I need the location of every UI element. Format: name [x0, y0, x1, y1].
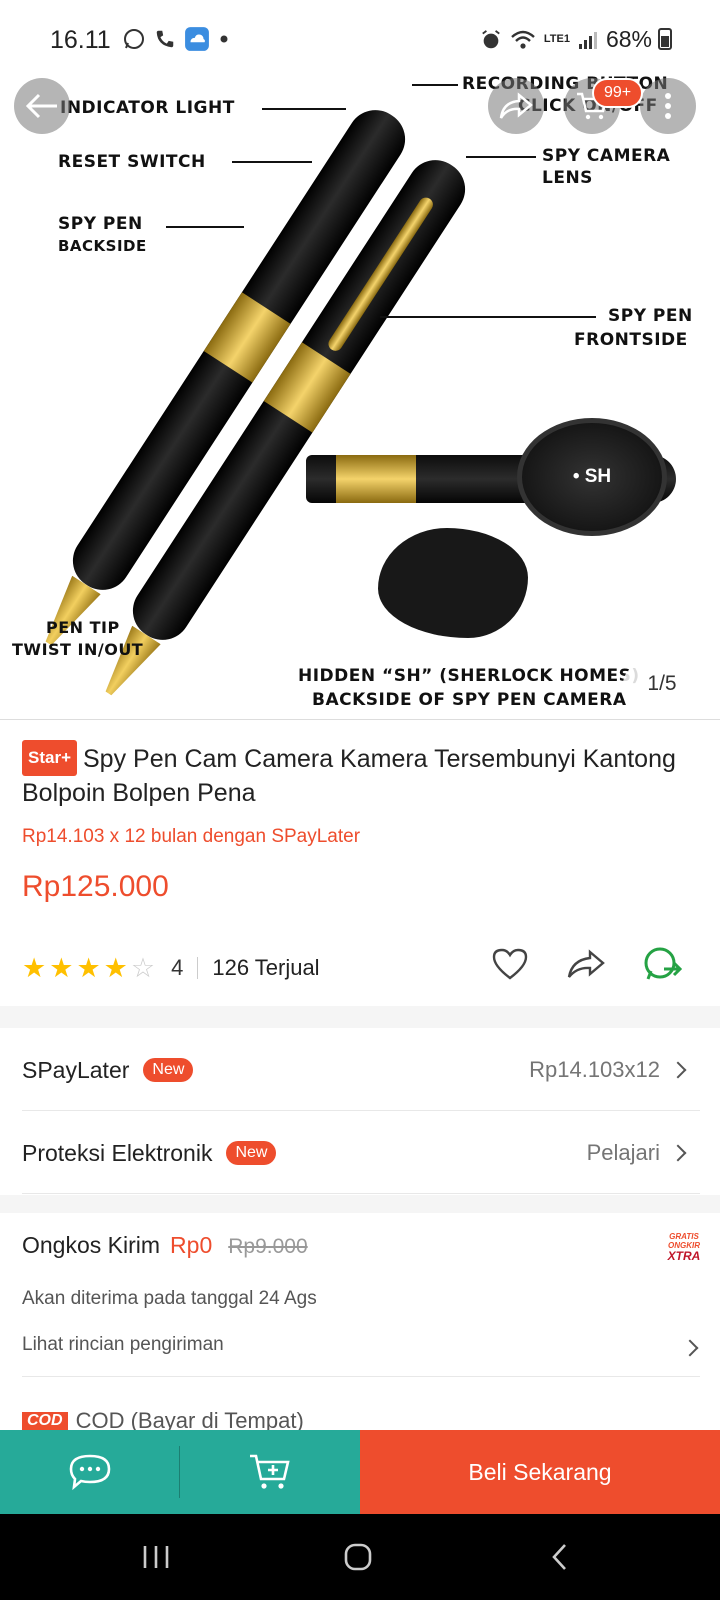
star-filled-icon: ★: [76, 952, 101, 983]
recent-apps-button[interactable]: [126, 1534, 186, 1580]
spaylater-value: Rp14.103x12: [529, 1057, 660, 1082]
section-gap: [0, 1006, 720, 1028]
share-product-button[interactable]: [564, 942, 608, 986]
chevron-right-icon: [669, 1144, 687, 1162]
label-reset-switch: RESET SWITCH: [58, 152, 206, 172]
label-backside-1: SPY PEN: [58, 214, 143, 234]
home-icon: [344, 1543, 372, 1571]
share-button[interactable]: [488, 78, 544, 134]
buy-now-button[interactable]: Beli Sekarang: [360, 1430, 720, 1514]
protection-learn-link: Pelajari: [586, 1140, 660, 1165]
add-to-cart-button[interactable]: [180, 1430, 360, 1514]
product-price: Rp125.000: [22, 870, 169, 903]
spaylater-label: SPayLater: [22, 1056, 130, 1083]
share-icon: [499, 92, 533, 119]
arrow: [166, 226, 244, 228]
cart-plus-icon: [250, 1454, 290, 1489]
arrow: [466, 156, 536, 158]
arrow-left-icon: [25, 93, 57, 119]
protection-row[interactable]: Proteksi Elektronik New Pelajari: [22, 1125, 702, 1181]
shipping-label: Ongkos Kirim: [22, 1232, 161, 1258]
favorite-button[interactable]: [488, 942, 532, 986]
home-button[interactable]: [328, 1534, 388, 1580]
phone-icon: [156, 30, 174, 48]
back-chevron-icon: [552, 1544, 566, 1570]
shipping-cost: Ongkos Kirim Rp0 Rp9.000: [22, 1232, 308, 1259]
divider: [197, 957, 199, 979]
arrow: [232, 161, 312, 163]
arrow: [380, 316, 596, 318]
status-time: 16.11: [50, 26, 111, 54]
label-frontside-2: FRONTSIDE: [574, 330, 688, 350]
network-label: LTE1: [543, 33, 570, 45]
more-vertical-icon: [665, 93, 671, 119]
whatsapp-share-button[interactable]: [640, 942, 684, 986]
shipping-price: Rp0: [170, 1232, 213, 1258]
battery-level: 68%: [605, 26, 652, 52]
recent-apps-icon: [143, 1546, 169, 1568]
heart-icon: [492, 948, 528, 980]
divider: [22, 1376, 700, 1377]
label-backside-2: BACKSIDE: [58, 237, 147, 255]
star-filled-icon: ★: [103, 952, 128, 983]
star-filled-icon: ★: [49, 952, 74, 983]
share-icon: [567, 949, 605, 978]
delivery-estimate: Akan diterima pada tanggal 24 Ags: [22, 1288, 317, 1309]
star-empty-icon: ☆: [130, 952, 156, 983]
image-counter: 1/5: [623, 664, 701, 704]
product-title-block: Star+ Spy Pen Cam Camera Kamera Tersembun…: [22, 740, 702, 810]
more-options-button[interactable]: [640, 78, 696, 134]
sold-count: 126 Terjual: [212, 955, 320, 980]
chevron-right-icon[interactable]: [681, 1339, 699, 1357]
status-bar: 16.11 LTE1 68%: [0, 0, 720, 78]
label-hidden-1: HIDDEN “SH” (SHERLOCK HOMES): [298, 666, 640, 686]
wifi-icon: [511, 30, 535, 49]
whatsapp-share-icon: [644, 947, 682, 980]
paylater-installment-info[interactable]: Rp14.103 x 12 bulan dengan SPayLater: [22, 826, 360, 848]
label-pen-tip-2: TWIST IN/OUT: [12, 640, 144, 659]
new-badge: New: [226, 1141, 277, 1165]
new-badge: New: [143, 1058, 194, 1082]
chat-icon: [69, 1454, 111, 1491]
divider: [22, 1110, 700, 1111]
label-pen-tip-1: PEN TIP: [46, 618, 120, 637]
free-shipping-xtra-badge: GRATIS ONGKIR XTRA: [667, 1232, 701, 1263]
shipping-original-price: Rp9.000: [228, 1235, 308, 1258]
rating-value: 4: [171, 955, 184, 980]
section-gap: [0, 1195, 720, 1213]
product-title: Spy Pen Cam Camera Kamera Tersembunyi Ka…: [22, 745, 676, 807]
divider: [22, 1193, 700, 1194]
label-camera-2: LENS: [542, 168, 593, 188]
spaylater-row[interactable]: SPayLater New Rp14.103x12: [22, 1042, 702, 1098]
battery-icon: [658, 28, 672, 50]
cloud-upload-icon: [185, 27, 209, 51]
divider: [179, 1446, 180, 1498]
protection-label: Proteksi Elektronik: [22, 1139, 213, 1166]
shipping-detail-link[interactable]: Lihat rincian pengiriman: [22, 1334, 224, 1356]
chevron-right-icon: [669, 1061, 687, 1079]
label-frontside-1: SPY PEN: [608, 306, 693, 326]
chat-seller-button[interactable]: [0, 1430, 180, 1514]
system-back-button[interactable]: [530, 1534, 590, 1580]
signal-icon: [578, 31, 597, 49]
magnifier-illustration: • SH: [517, 418, 667, 536]
label-indicator-light: INDICATOR LIGHT: [60, 98, 235, 118]
rating-stars[interactable]: ★ ★ ★ ★ ☆: [22, 952, 156, 983]
system-navigation-bar: [0, 1514, 720, 1600]
back-button[interactable]: [14, 78, 70, 134]
star-filled-icon: ★: [22, 952, 47, 983]
bottom-action-bar: Beli Sekarang: [0, 1430, 720, 1514]
cod-badge: COD: [22, 1412, 68, 1430]
alarm-icon: [482, 29, 500, 48]
cart-count-badge: 99+: [592, 78, 644, 108]
label-camera-1: SPY CAMERA: [542, 146, 671, 166]
label-hidden-2: BACKSIDE OF SPY PEN CAMERA: [312, 690, 627, 710]
arrow: [412, 84, 458, 86]
dot-icon: [220, 35, 228, 43]
rating-row: ★ ★ ★ ★ ☆ 4 126 Terjual: [22, 947, 702, 988]
pen-pouch-illustration: [378, 528, 528, 638]
star-plus-badge: Star+: [22, 740, 77, 776]
arrow: [262, 108, 346, 110]
whatsapp-icon: [124, 29, 144, 49]
